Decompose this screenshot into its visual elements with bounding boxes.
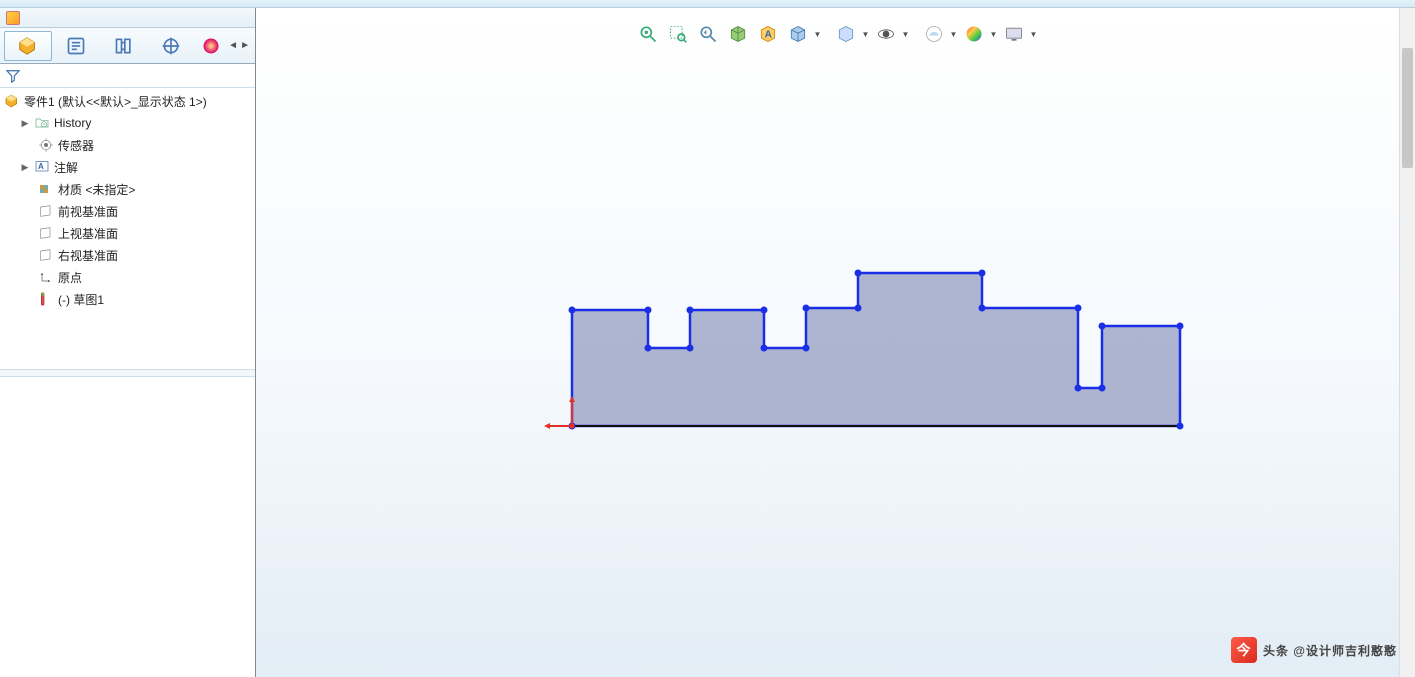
graphics-viewport[interactable]: A ▼ ▼ ▼ ▼ ▼ ▼ 今 头条 @设计师吉利憨憨 <box>256 8 1415 677</box>
tree-item-annotations[interactable]: ▶ A 注解 <box>4 156 253 178</box>
annotations-icon: A <box>34 159 50 175</box>
tree-item-sketch1[interactable]: (-) 草图1 <box>4 288 253 310</box>
tree-label: 右视基准面 <box>58 247 118 264</box>
tree-label: 传感器 <box>58 137 94 154</box>
tree-root-label: 零件1 (默认<<默认>_显示状态 1>) <box>24 93 207 110</box>
feature-tree: 零件1 (默认<<默认>_显示状态 1>) ▶ History 传感器 ▶ A … <box>0 88 255 369</box>
watermark: 今 头条 @设计师吉利憨憨 <box>1231 637 1397 663</box>
tab-dimxpert-manager[interactable] <box>147 31 195 61</box>
origin-icon <box>38 269 54 285</box>
tab-feature-tree[interactable] <box>4 31 52 61</box>
material-icon <box>38 181 54 197</box>
folder-history-icon <box>34 115 50 131</box>
expander-icon[interactable]: ▶ <box>20 162 30 173</box>
tree-item-right-plane[interactable]: 右视基准面 <box>4 244 253 266</box>
tree-label: 注解 <box>54 159 78 176</box>
part-icon <box>4 93 20 109</box>
svg-text:A: A <box>38 162 44 171</box>
tree-item-history[interactable]: ▶ History <box>4 112 253 134</box>
tree-label: 原点 <box>58 269 82 286</box>
watermark-logo-icon: 今 <box>1231 637 1257 663</box>
expander-icon[interactable]: ▶ <box>20 118 30 129</box>
tree-label: History <box>54 116 91 130</box>
panel-toolbar <box>0 8 255 28</box>
plane-icon <box>38 203 54 219</box>
tree-label: 上视基准面 <box>58 225 118 242</box>
filter-icon[interactable] <box>6 69 20 83</box>
tabs-scroll-right[interactable]: ► <box>239 40 251 51</box>
tab-property-manager[interactable] <box>52 31 100 61</box>
panel-tabs: ◄ ► <box>0 28 255 64</box>
tree-item-front-plane[interactable]: 前视基准面 <box>4 200 253 222</box>
window-titlebar <box>0 0 1415 8</box>
tree-label: 材质 <未指定> <box>58 181 135 198</box>
tree-filter-row <box>0 64 255 88</box>
sketch-drawing <box>256 8 1415 677</box>
solidworks-icon <box>6 11 20 25</box>
tree-item-origin[interactable]: 原点 <box>4 266 253 288</box>
panel-divider[interactable]: ❮ <box>0 369 255 377</box>
tree-label: (-) 草图1 <box>58 291 104 308</box>
tree-item-sensors[interactable]: 传感器 <box>4 134 253 156</box>
watermark-text: 头条 @设计师吉利憨憨 <box>1263 642 1397 659</box>
tree-label: 前视基准面 <box>58 203 118 220</box>
scrollbar-thumb[interactable] <box>1402 48 1413 168</box>
plane-icon <box>38 225 54 241</box>
tree-item-top-plane[interactable]: 上视基准面 <box>4 222 253 244</box>
tree-item-material[interactable]: 材质 <未指定> <box>4 178 253 200</box>
feature-manager-panel: ◄ ► 零件1 (默认<<默认>_显示状态 1>) ▶ History 传感器 <box>0 8 256 677</box>
plane-icon <box>38 247 54 263</box>
tree-root-part[interactable]: 零件1 (默认<<默认>_显示状态 1>) <box>4 90 253 112</box>
tab-configuration-manager[interactable] <box>100 31 148 61</box>
tab-render-manager[interactable] <box>195 31 227 61</box>
tabs-scroll-left[interactable]: ◄ <box>227 40 239 51</box>
sketch-icon <box>38 291 54 307</box>
vertical-scrollbar[interactable] <box>1399 8 1415 677</box>
sensor-icon <box>38 137 54 153</box>
